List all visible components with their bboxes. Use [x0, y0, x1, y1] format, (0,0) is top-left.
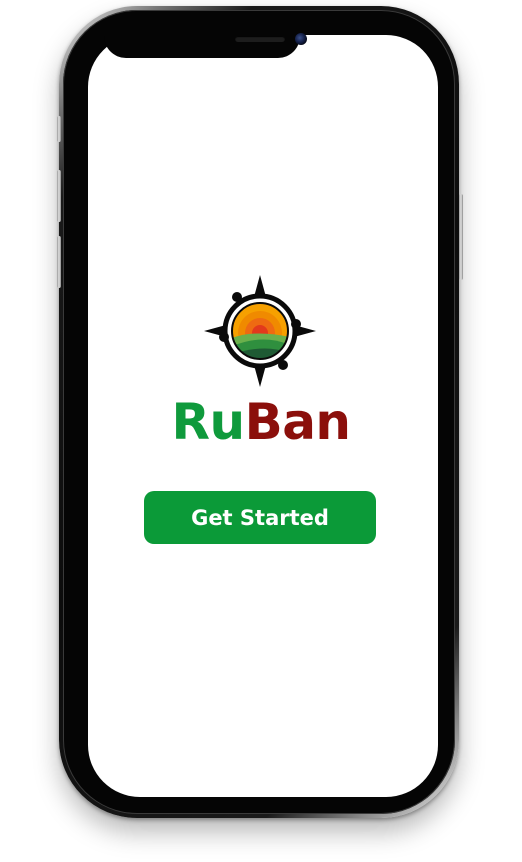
brand-wordmark: RuBan: [0, 390, 522, 454]
brand-part-ru: Ru: [171, 393, 245, 451]
volume-down-button: [57, 236, 61, 288]
power-button: [459, 194, 463, 280]
get-started-button[interactable]: Get Started: [144, 491, 376, 544]
speaker-grille: [235, 36, 285, 42]
front-camera: [295, 33, 307, 45]
mute-switch: [57, 116, 61, 142]
volume-up-button: [57, 170, 61, 222]
brand-part-ban: Ban: [244, 393, 351, 451]
compass-sunrise-logo: [204, 275, 316, 387]
